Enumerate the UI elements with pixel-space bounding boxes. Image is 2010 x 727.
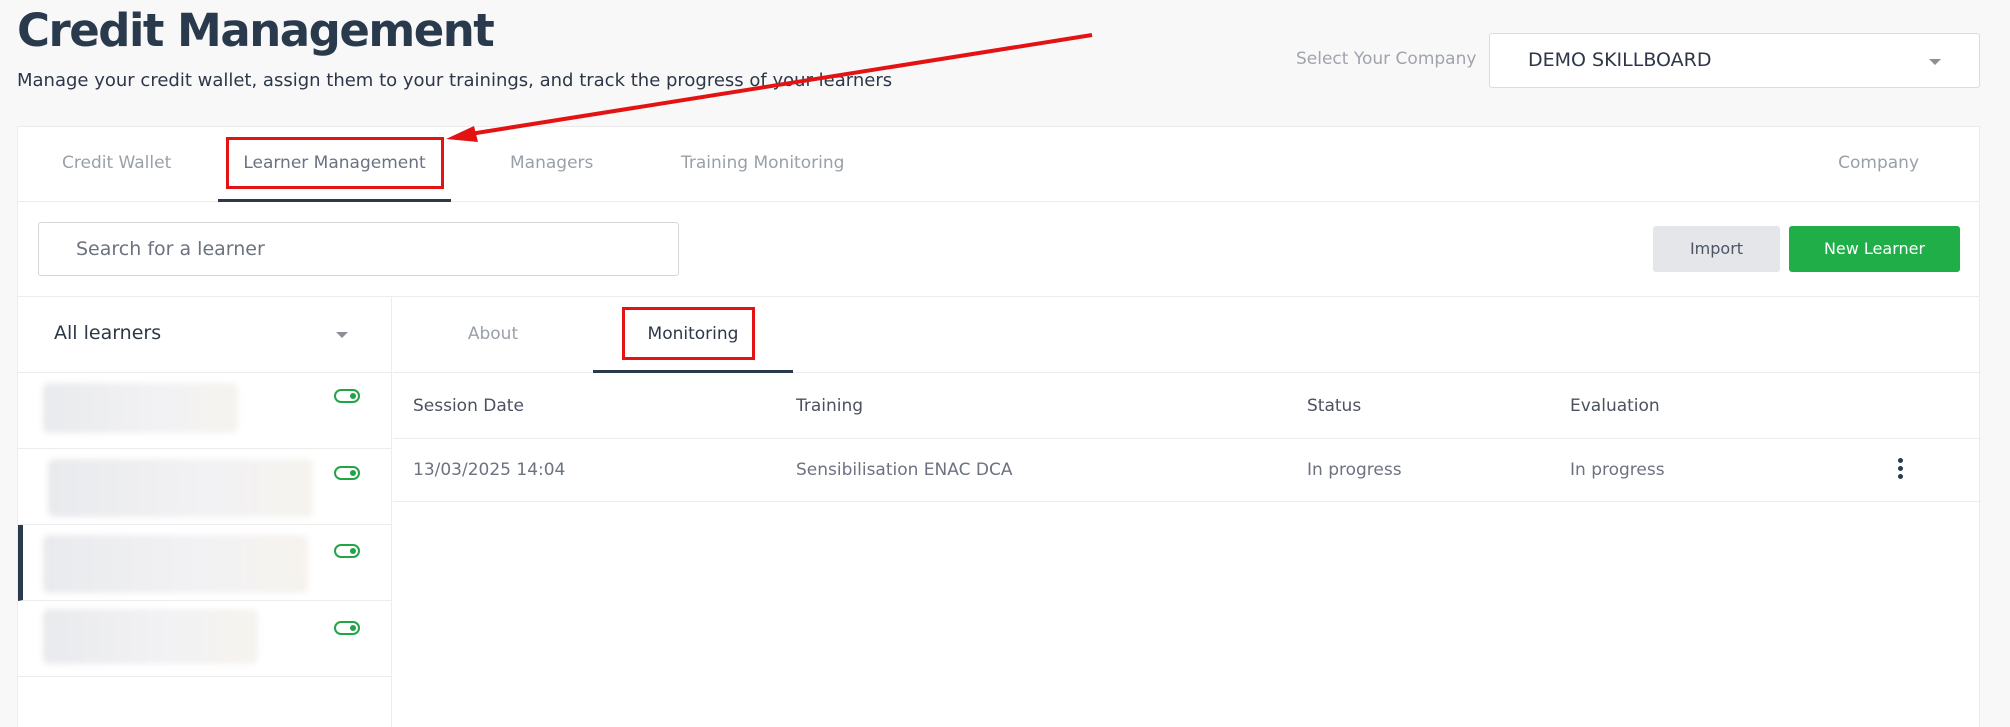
kebab-menu-icon[interactable] xyxy=(1895,458,1905,484)
page-subtitle: Manage your credit wallet, assign them t… xyxy=(17,70,893,91)
main-tabs: Credit Wallet Learner Management Manager… xyxy=(18,127,1979,202)
toggle-on-icon[interactable] xyxy=(334,389,360,403)
cell-status: In progress xyxy=(1307,460,1402,480)
learner-list-pane: All learners xyxy=(18,297,392,727)
learner-search xyxy=(38,222,679,276)
list-item[interactable] xyxy=(18,601,392,677)
tab-managers[interactable]: Managers xyxy=(510,127,593,202)
new-learner-button[interactable]: New Learner xyxy=(1789,226,1960,272)
tab-training-monitoring[interactable]: Training Monitoring xyxy=(681,127,844,202)
list-item[interactable] xyxy=(18,373,392,449)
chevron-down-icon xyxy=(1929,59,1941,65)
page-title: Credit Management xyxy=(17,4,495,57)
chevron-down-icon xyxy=(336,332,348,338)
main-card: Credit Wallet Learner Management Manager… xyxy=(17,126,1981,727)
list-item[interactable] xyxy=(18,449,392,525)
table-row: 13/03/2025 14:04 Sensibilisation ENAC DC… xyxy=(393,439,1981,502)
tab-company[interactable]: Company xyxy=(1838,127,1919,202)
column-session-date: Session Date xyxy=(413,396,524,416)
toggle-on-icon[interactable] xyxy=(334,621,360,635)
learner-filter-select[interactable]: All learners xyxy=(18,297,391,373)
list-item[interactable] xyxy=(18,525,392,601)
company-label: Select Your Company xyxy=(1296,49,1477,69)
learner-name-redacted xyxy=(43,535,308,593)
learner-name-redacted xyxy=(43,383,238,433)
cell-training: Sensibilisation ENAC DCA xyxy=(796,460,1013,480)
company-select-value: DEMO SKILLBOARD xyxy=(1528,49,1712,71)
column-status: Status xyxy=(1307,396,1362,416)
cell-session-date: 13/03/2025 14:04 xyxy=(413,460,566,480)
learner-name-redacted xyxy=(48,459,313,517)
tab-learner-management[interactable]: Learner Management xyxy=(218,127,451,202)
toggle-on-icon[interactable] xyxy=(334,466,360,480)
column-evaluation: Evaluation xyxy=(1570,396,1660,416)
company-select[interactable]: DEMO SKILLBOARD xyxy=(1489,33,1980,88)
learner-name-redacted xyxy=(43,609,258,664)
import-button[interactable]: Import xyxy=(1653,226,1780,272)
detail-tabs: About Monitoring xyxy=(393,297,1981,373)
tab-credit-wallet[interactable]: Credit Wallet xyxy=(62,127,171,202)
cell-evaluation: In progress xyxy=(1570,460,1665,480)
column-training: Training xyxy=(796,396,864,416)
search-input[interactable] xyxy=(39,223,678,275)
tab-monitoring[interactable]: Monitoring xyxy=(593,297,793,373)
learner-detail-pane: About Monitoring Session Date Training S… xyxy=(393,297,1981,727)
tab-about[interactable]: About xyxy=(418,297,568,373)
toggle-on-icon[interactable] xyxy=(334,544,360,558)
table-header: Session Date Training Status Evaluation xyxy=(393,373,1981,439)
learner-filter-value: All learners xyxy=(54,322,162,344)
